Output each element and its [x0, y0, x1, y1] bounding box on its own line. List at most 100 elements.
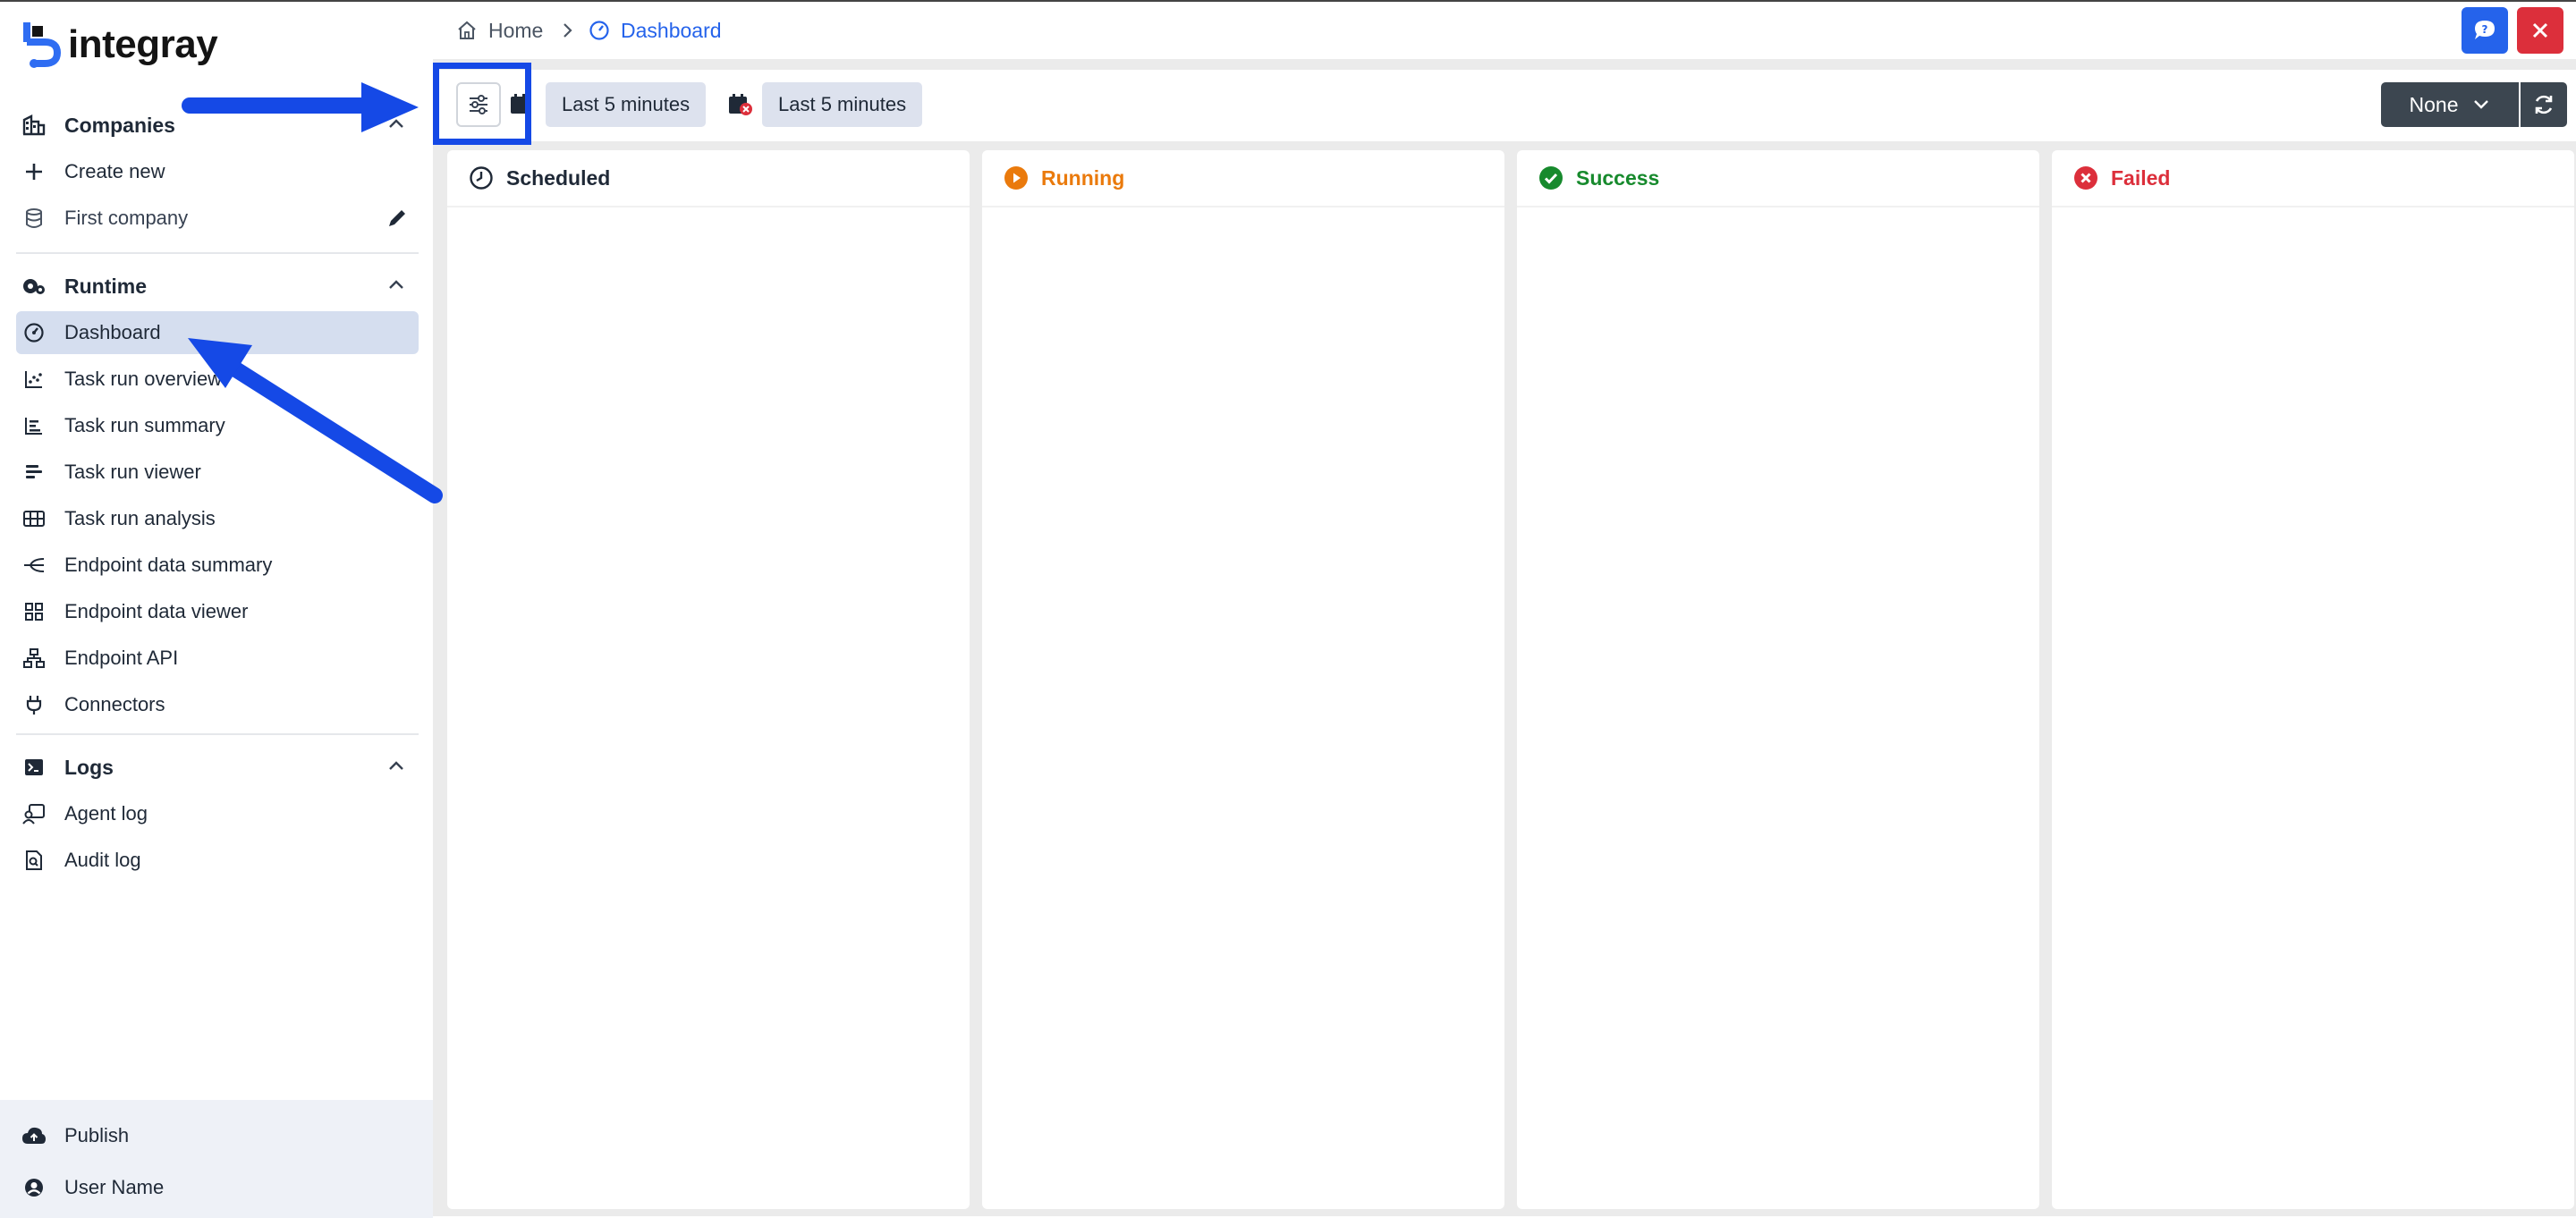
breadcrumb-current-label: Dashboard [621, 18, 722, 42]
user-circle-icon [16, 1177, 52, 1198]
app-name: integray [68, 22, 218, 66]
x-circle-icon [2074, 166, 2097, 190]
section-label: Logs [64, 755, 114, 779]
section-runtime[interactable]: Runtime [16, 265, 419, 308]
main-area: Home Dashboard ? Last 5 minutes Last 5 m [433, 2, 2576, 1216]
column-failed: Failed [2052, 150, 2574, 1209]
sidebar-item-task-run-analysis[interactable]: Task run analysis [16, 497, 419, 540]
column-title: Running [1041, 165, 1125, 190]
refresh-button[interactable] [2521, 82, 2567, 127]
sidebar-item-create-new[interactable]: Create new [16, 150, 419, 193]
column-scheduled: Scheduled [447, 150, 970, 1209]
sidebar-item-label: User Name [64, 1176, 165, 1198]
plug-icon [16, 694, 52, 715]
column-title: Failed [2111, 165, 2171, 190]
sidebar-item-task-run-overview[interactable]: Task run overview [16, 358, 419, 401]
sidebar-item-label: First company [64, 207, 189, 229]
home-icon [456, 20, 478, 41]
file-search-icon [16, 850, 52, 871]
range-end-chip[interactable]: Last 5 minutes [762, 82, 923, 127]
column-header: Failed [2052, 150, 2574, 207]
sidebar-item-task-run-viewer[interactable]: Task run viewer [16, 451, 419, 494]
column-header: Scheduled [447, 150, 970, 207]
clock-icon [470, 166, 493, 190]
sidebar-item-label: Create new [64, 160, 165, 182]
chat-bubble-icon: ? [2475, 21, 2495, 39]
sidebar-item-user[interactable]: User Name [16, 1166, 419, 1209]
cloud-upload-icon [16, 1126, 52, 1146]
chevron-up-icon[interactable] [386, 757, 406, 781]
sidebar-item-label: Task run summary [64, 414, 225, 436]
grid-icon [16, 601, 52, 622]
pencil-icon[interactable] [386, 207, 408, 233]
sidebar-divider [16, 733, 419, 735]
sidebar-item-audit-log[interactable]: Audit log [16, 839, 419, 882]
column-success: Success [1517, 150, 2039, 1209]
sidebar-item-label: Publish [64, 1124, 130, 1146]
close-icon [2532, 22, 2548, 38]
chevron-right-icon [560, 2, 576, 59]
plus-icon [16, 162, 52, 182]
breadcrumb-current[interactable]: Dashboard [589, 2, 722, 59]
sidebar-item-label: Endpoint API [64, 647, 179, 669]
section-label: Runtime [64, 274, 147, 298]
breadcrumb-home[interactable]: Home [456, 2, 543, 59]
chevron-up-icon[interactable] [386, 114, 406, 139]
sitemap-icon [16, 647, 52, 669]
sidebar-item-label: Connectors [64, 693, 165, 715]
annotation-highlight-box [433, 63, 531, 145]
sidebar-item-endpoint-api[interactable]: Endpoint API [16, 637, 419, 680]
play-circle-icon [1004, 166, 1028, 190]
column-header: Success [1517, 150, 2039, 207]
user-log-icon [16, 803, 52, 825]
gauge-icon [589, 20, 610, 41]
gauge-icon [16, 322, 52, 343]
column-title: Success [1576, 165, 1660, 190]
check-circle-icon [1539, 166, 1563, 190]
sidebar-item-label: Agent log [64, 802, 148, 825]
sidebar-item-label: Task run overview [64, 368, 223, 390]
section-companies[interactable]: Companies [16, 104, 419, 147]
sidebar-item-label: Task run analysis [64, 507, 216, 529]
toolbar: Last 5 minutes Last 5 minutes None [433, 70, 2576, 141]
breadcrumb: Home Dashboard ? [433, 2, 2576, 59]
sidebar-item-publish[interactable]: Publish [16, 1114, 419, 1157]
sidebar-item-endpoint-data-summary[interactable]: Endpoint data summary [16, 544, 419, 587]
terminal-icon [16, 757, 52, 778]
range-start-chip[interactable]: Last 5 minutes [546, 82, 707, 127]
section-label: Companies [64, 113, 175, 137]
sidebar-item-label: Endpoint data viewer [64, 600, 249, 622]
sidebar-footer: Publish User Name [0, 1100, 433, 1218]
group-select-dropdown[interactable]: None [2381, 82, 2519, 127]
calendar-clear-icon [728, 93, 753, 121]
group-select-value: None [2409, 92, 2459, 116]
sidebar-item-label: Dashboard [64, 321, 161, 343]
sidebar-item-endpoint-data-viewer[interactable]: Endpoint data viewer [16, 590, 419, 633]
sidebar: integray Companies Create new First comp… [0, 2, 433, 1218]
runtime-gears-icon [16, 275, 52, 297]
svg-text:?: ? [2482, 23, 2488, 36]
sidebar-item-dashboard[interactable]: Dashboard [16, 311, 419, 354]
database-icon [16, 207, 52, 229]
breadcrumb-home-label: Home [488, 18, 544, 42]
sidebar-item-connectors[interactable]: Connectors [16, 683, 419, 726]
sidebar-item-label: Endpoint data summary [64, 554, 273, 576]
column-title: Scheduled [506, 165, 611, 190]
sidebar-item-agent-log[interactable]: Agent log [16, 792, 419, 835]
bars-staggered-icon [16, 461, 52, 483]
chat-button[interactable]: ? [2462, 7, 2508, 54]
close-button[interactable] [2517, 7, 2563, 54]
sidebar-item-label: Task run viewer [64, 461, 201, 483]
app-logo[interactable]: integray [21, 20, 218, 70]
section-logs[interactable]: Logs [16, 746, 419, 789]
column-header: Running [982, 150, 1504, 207]
scatter-chart-icon [16, 368, 52, 390]
column-running: Running [982, 150, 1504, 1209]
chevron-up-icon[interactable] [386, 275, 406, 300]
sidebar-item-task-run-summary[interactable]: Task run summary [16, 404, 419, 447]
refresh-icon [2535, 95, 2553, 114]
sidebar-item-first-company[interactable]: First company [16, 197, 419, 240]
sidebar-divider [16, 252, 419, 254]
building-icon [16, 114, 52, 136]
table-cells-icon [16, 508, 52, 529]
